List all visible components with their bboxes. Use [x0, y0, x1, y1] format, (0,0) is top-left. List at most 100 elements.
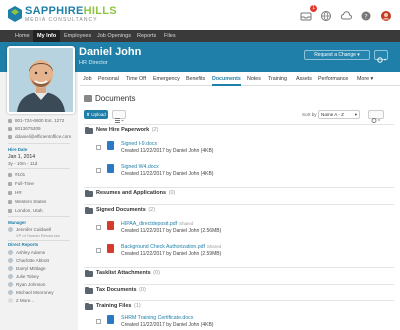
- hire-date-value: Jan 1, 2014: [8, 154, 36, 160]
- header-icon-group: 1 ?: [300, 5, 392, 22]
- globe-icon[interactable]: [320, 9, 332, 21]
- divider: [8, 168, 70, 169]
- work-phone[interactable]: 801-724-6600 Ext. 1272: [8, 118, 64, 123]
- phone-icon: [8, 118, 12, 123]
- inbox-badge: 1: [310, 5, 317, 12]
- folder-label: Tax Documents (0): [96, 287, 146, 293]
- file-link[interactable]: Signed I-9.docx: [121, 141, 157, 147]
- direct-report-item[interactable]: Ashley Adams: [8, 250, 45, 256]
- folder-label: Tasklist Attachments (0): [96, 270, 160, 276]
- tab-notes[interactable]: Notes: [247, 72, 261, 86]
- file-checkbox[interactable]: [96, 225, 101, 230]
- nav-job-openings[interactable]: Job Openings: [93, 30, 135, 42]
- avatar: [8, 250, 13, 256]
- cloud-icon[interactable]: [340, 9, 352, 21]
- folder-icon: [85, 126, 93, 134]
- nav-employees[interactable]: Employees: [60, 30, 95, 42]
- tab-time-off[interactable]: Time Off: [126, 72, 146, 86]
- file-checkbox[interactable]: [96, 319, 101, 324]
- direct-report-item[interactable]: Darryl Mittlage: [8, 266, 46, 272]
- word-document-icon: [107, 315, 114, 324]
- folder-icon: [85, 189, 93, 197]
- direct-report-item[interactable]: Julie Tobey: [8, 274, 39, 280]
- direct-report-item[interactable]: Charlotte Abbott: [8, 258, 49, 264]
- hire-date-label: Hire Date: [8, 147, 28, 152]
- tab-documents[interactable]: Documents: [212, 72, 241, 86]
- file-link[interactable]: HIPAA_directdeposit.pdf Shared: [121, 221, 193, 227]
- file-meta: Created 11/22/2017 by Daniel John (4KB): [121, 148, 214, 154]
- user-menu-icon[interactable]: [380, 9, 392, 21]
- logo-mark-icon: [8, 6, 22, 22]
- direct-report-item[interactable]: Michael Monroney: [8, 290, 54, 296]
- tab-job[interactable]: Job: [83, 72, 92, 86]
- shared-badge: Shared: [179, 221, 194, 226]
- department-icon: [8, 190, 12, 195]
- tab-benefits[interactable]: Benefits: [186, 72, 205, 86]
- direct-reports-label: Direct Reports: [8, 242, 39, 247]
- mobile-phone[interactable]: 8013675309: [8, 126, 41, 131]
- file-link[interactable]: SHRM Training Certificate.docx: [121, 315, 193, 321]
- employee-name: Daniel John: [79, 46, 142, 58]
- file-checkbox[interactable]: [96, 248, 101, 253]
- divider: [8, 240, 70, 241]
- nav-home[interactable]: Home: [11, 30, 34, 42]
- mobile-icon: [8, 126, 12, 131]
- direct-reports-more-link[interactable]: 2 More...: [8, 298, 34, 304]
- file-checkbox[interactable]: [96, 145, 101, 150]
- folder-tax-documents[interactable]: Tax Documents (0): [84, 284, 394, 295]
- file-meta: Created 11/22/2017 by Daniel John (2.59M…: [121, 251, 222, 257]
- folder-new-hire-paperwork[interactable]: New Hire Paperwork (2): [84, 124, 394, 135]
- file-row[interactable]: SHRM Training Certificate.docx Created 1…: [96, 314, 376, 330]
- nav-reports[interactable]: Reports: [133, 30, 160, 42]
- tab-more[interactable]: More ▾: [357, 72, 373, 86]
- request-change-button[interactable]: Request a Change ▾: [304, 50, 370, 60]
- avatar: [8, 282, 13, 288]
- file-row[interactable]: HIPAA_directdeposit.pdf Shared Created 11…: [96, 220, 376, 238]
- avatar: [8, 227, 13, 233]
- manager-label: Manager: [8, 220, 27, 225]
- profile-tabs: Job Personal Time Off Emergency Benefits…: [80, 72, 400, 86]
- word-document-icon: [107, 164, 114, 173]
- employee-title: HR Director: [79, 60, 108, 66]
- tab-performance[interactable]: Performance: [318, 72, 348, 86]
- inbox-icon[interactable]: 1: [300, 5, 317, 21]
- clock-icon: [8, 181, 12, 186]
- folder-icon: [85, 269, 93, 277]
- folder-label: Signed Documents (2): [96, 207, 156, 213]
- gear-icon: [371, 118, 381, 123]
- file-link[interactable]: Signed W4.docx: [121, 164, 159, 170]
- profile-settings-button[interactable]: [374, 50, 388, 63]
- email-link[interactable]: ddaniel@efficientoffice.com: [8, 134, 71, 139]
- nav-my-info[interactable]: My Info: [33, 30, 61, 42]
- folder-label: New Hire Paperwork (2): [96, 127, 159, 133]
- file-row[interactable]: Signed W4.docx Created 11/22/2017 by Dan…: [96, 163, 376, 181]
- folder-training-files[interactable]: Training Files (1): [84, 300, 394, 311]
- view-options-button[interactable]: [112, 110, 126, 123]
- division: Western States: [8, 199, 46, 204]
- tab-personal[interactable]: Personal: [98, 72, 119, 86]
- folder-tasklist-attachments[interactable]: Tasklist Attachments (0): [84, 267, 394, 278]
- manager-name[interactable]: Jennifer Caldwell: [8, 227, 51, 233]
- file-link[interactable]: Background Check Authorization.pdf Shared: [121, 244, 221, 250]
- help-icon[interactable]: ?: [360, 9, 372, 21]
- word-document-icon: [107, 141, 114, 150]
- nav-files[interactable]: Files: [160, 30, 180, 42]
- file-checkbox[interactable]: [96, 168, 101, 173]
- file-row[interactable]: Signed I-9.docx Created 11/22/2017 by Da…: [96, 140, 376, 158]
- document-settings-button[interactable]: [368, 110, 384, 123]
- upload-button[interactable]: ⬆ Upload: [84, 110, 108, 119]
- location-pin-icon: [8, 208, 12, 213]
- department: HR: [8, 190, 22, 195]
- tab-training[interactable]: Training: [268, 72, 287, 86]
- file-row[interactable]: Background Check Authorization.pdf Shared…: [96, 243, 376, 261]
- company-logo[interactable]: SAPPHIREHILLS MEDIA CONSULTANCY: [8, 5, 117, 25]
- folder-resumes-and-applications[interactable]: Resumes and Applications (0): [84, 187, 394, 198]
- file-meta: Created 11/22/2017 by Daniel John (4KB): [121, 171, 214, 177]
- documents-icon: [84, 95, 92, 102]
- folder-signed-documents[interactable]: Signed Documents (2): [84, 204, 394, 215]
- tab-emergency[interactable]: Emergency: [153, 72, 180, 86]
- tab-assets[interactable]: Assets: [296, 72, 312, 86]
- direct-report-item[interactable]: Ryan Johnson: [8, 282, 45, 288]
- sort-select[interactable]: Name A - Z ▾: [318, 110, 360, 119]
- top-header: SAPPHIREHILLS MEDIA CONSULTANCY 1 ?: [0, 0, 400, 30]
